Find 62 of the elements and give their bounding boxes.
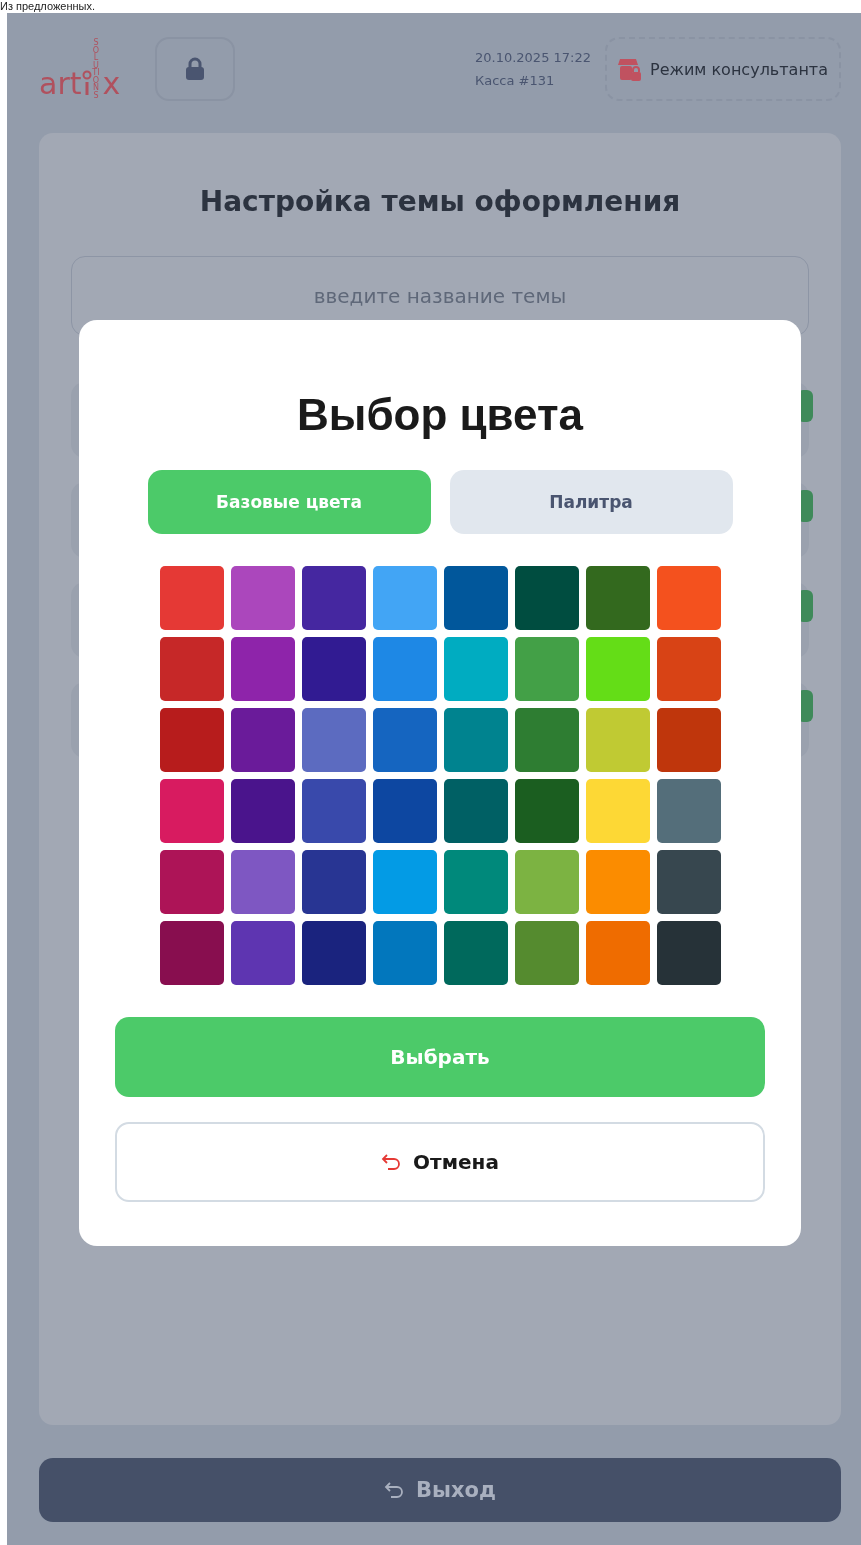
color-swatch[interactable] [514, 921, 579, 985]
cancel-button[interactable]: Отмена [115, 1122, 765, 1202]
color-swatch[interactable] [585, 637, 650, 701]
color-swatch[interactable] [301, 779, 366, 843]
color-swatch[interactable] [159, 566, 224, 630]
color-swatch[interactable] [301, 921, 366, 985]
color-swatch[interactable] [230, 708, 295, 772]
color-swatch[interactable] [656, 921, 721, 985]
color-swatch[interactable] [585, 921, 650, 985]
padlock-icon [185, 57, 205, 81]
color-swatch[interactable] [656, 850, 721, 914]
color-swatch[interactable] [656, 637, 721, 701]
color-swatch[interactable] [514, 566, 579, 630]
color-swatch[interactable] [230, 637, 295, 701]
color-swatch[interactable] [514, 850, 579, 914]
color-swatch[interactable] [159, 708, 224, 772]
color-swatch[interactable] [443, 850, 508, 914]
dialog-title: Выбор цвета [297, 390, 583, 440]
color-swatch[interactable] [656, 779, 721, 843]
exit-button[interactable]: Выход [39, 1458, 841, 1522]
color-swatch[interactable] [372, 566, 437, 630]
color-swatch[interactable] [372, 637, 437, 701]
color-swatch[interactable] [585, 779, 650, 843]
color-swatch[interactable] [443, 566, 508, 630]
consultant-mode-button[interactable]: Режим консультанта [605, 37, 841, 101]
color-swatch[interactable] [230, 779, 295, 843]
color-swatch[interactable] [301, 850, 366, 914]
color-swatch[interactable] [443, 637, 508, 701]
return-arrow-icon [381, 1154, 402, 1170]
color-swatch[interactable] [443, 779, 508, 843]
color-swatch[interactable] [159, 637, 224, 701]
caption-text: Из предложенных. [0, 0, 95, 13]
color-swatch[interactable] [159, 850, 224, 914]
color-swatch[interactable] [443, 921, 508, 985]
settings-title: Настройка темы оформления [198, 185, 682, 218]
color-swatch[interactable] [514, 779, 579, 843]
color-swatch[interactable] [301, 708, 366, 772]
store-lock-icon [618, 56, 642, 82]
color-swatch[interactable] [301, 566, 366, 630]
color-swatch[interactable] [656, 566, 721, 630]
color-swatch[interactable] [443, 708, 508, 772]
color-swatch[interactable] [585, 708, 650, 772]
color-swatch[interactable] [372, 708, 437, 772]
color-swatch[interactable] [301, 637, 366, 701]
date-time: 20.10.2025 17:22 [474, 50, 591, 65]
color-swatch[interactable] [372, 779, 437, 843]
color-swatch[interactable] [230, 921, 295, 985]
color-swatch[interactable] [372, 921, 437, 985]
color-swatch[interactable] [585, 566, 650, 630]
color-swatch[interactable] [230, 850, 295, 914]
color-swatch[interactable] [159, 779, 224, 843]
return-arrow-icon [384, 1482, 405, 1498]
tab[interactable]: Палитра [449, 470, 733, 534]
register-number: Касса #131 [474, 73, 556, 88]
lock-button[interactable] [155, 37, 235, 101]
color-swatch[interactable] [372, 850, 437, 914]
color-swatch[interactable] [230, 566, 295, 630]
color-swatch[interactable] [159, 921, 224, 985]
color-swatch[interactable] [585, 850, 650, 914]
color-swatch[interactable] [656, 708, 721, 772]
color-swatch[interactable] [514, 708, 579, 772]
color-swatch[interactable] [514, 637, 579, 701]
